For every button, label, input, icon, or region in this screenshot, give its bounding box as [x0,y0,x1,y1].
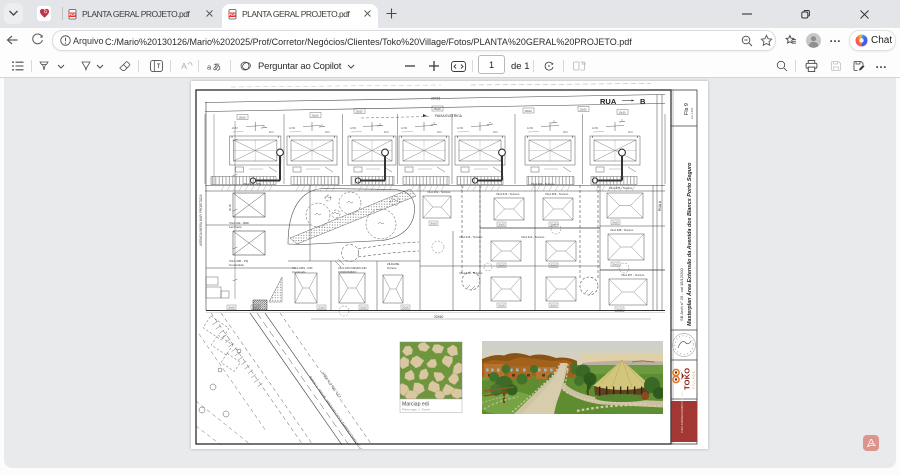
svg-text:Construido: Construido [292,270,306,274]
svg-text:Pietra rigat. 1: Travel: Pietra rigat. 1: Travel [402,408,430,412]
svg-text:VILA 310 - Terreno: VILA 310 - Terreno [459,271,483,275]
svg-text:15x20: 15x20 [356,109,364,113]
svg-text:TOKO: TOKO [683,368,692,390]
svg-text:CONDOMINIO: CONDOMINIO [338,270,357,274]
svg-text:PDF: PDF [229,13,237,17]
svg-text:12.50: 12.50 [289,127,296,130]
svg-text:20.0: 20.0 [269,131,274,134]
svg-text:20.0: 20.0 [384,131,389,134]
svg-text:12.50: 12.50 [350,127,357,130]
svg-text:20.0: 20.0 [628,131,633,134]
svg-text:12.50: 12.50 [527,127,534,130]
svg-text:Fls 9: Fls 9 [684,103,690,115]
svg-text:Lemmers: Lemmers [229,225,242,229]
svg-text:RUA A: RUA A [658,200,662,211]
svg-text:20x30: 20x30 [612,222,619,225]
svg-text:TOKO EMPREENDIMENTOS LTDA: TOKO EMPREENDIMENTOS LTDA [680,391,684,433]
svg-text:20x30: 20x30 [430,223,437,226]
svg-text:VILA 300 - PQ: VILA 300 - PQ [243,182,262,186]
svg-text:20x30: 20x30 [228,307,235,310]
svg-text:VILA 303 - Terreno: VILA 303 - Terreno [427,190,451,194]
svg-text:20.0: 20.0 [325,131,330,134]
svg-text:AVENIDA BEIRA MAR PROJETADA: AVENIDA BEIRA MAR PROJETADA [199,194,203,246]
svg-text:15x20: 15x20 [619,110,627,114]
svg-text:VILA 308 - Terreno: VILA 308 - Terreno [610,228,634,232]
svg-text:VILA 307 - Terreno: VILA 307 - Terreno [621,273,645,277]
svg-text:A: A [181,61,187,71]
svg-text:PDF: PDF [69,13,77,17]
svg-text:20x30: 20x30 [550,265,557,268]
svg-text:20.0: 20.0 [493,131,498,134]
svg-text:20x30: 20x30 [498,265,505,268]
svg-text:a: a [207,63,212,72]
svg-text:60.00: 60.00 [228,204,232,211]
svg-text:20X15: 20X15 [431,97,440,101]
svg-text:20X60: 20X60 [434,315,443,319]
svg-text:VILA 304 - Terreno: VILA 304 - Terreno [531,182,555,186]
svg-text:15x20: 15x20 [312,113,320,117]
svg-text:VILA 313 - Terreno: VILA 313 - Terreno [496,192,520,196]
svg-text:esc 1:200: esc 1:200 [690,107,694,119]
svg-text:RUA: RUA [600,97,617,106]
svg-text:12.50: 12.50 [401,127,408,130]
svg-text:VILA 315 - Terreno: VILA 315 - Terreno [459,235,483,239]
svg-text:VILA 309 - Terreno: VILA 309 - Terreno [545,192,569,196]
svg-text:12.50: 12.50 [592,127,599,130]
svg-text:Terreno: Terreno [387,266,397,270]
svg-text:15x20: 15x20 [239,115,247,119]
svg-text:20x30: 20x30 [612,264,619,267]
svg-text:B: B [640,97,646,106]
svg-text:20x30: 20x30 [550,305,557,308]
svg-text:VILA 305 - Terreno: VILA 305 - Terreno [609,186,633,190]
svg-text:20.0: 20.0 [437,131,442,134]
svg-text:20x30: 20x30 [318,307,325,310]
svg-text:15x20: 15x20 [580,107,588,111]
svg-text:20.0: 20.0 [563,131,568,134]
svg-text:20x30: 20x30 [616,309,623,312]
svg-text:あ: あ [213,62,222,72]
svg-text:20x30: 20x30 [498,224,505,227]
svg-text:12.50: 12.50 [457,127,464,130]
svg-text:20x30: 20x30 [498,305,505,308]
svg-text:RUA N° 1 - MIGUEL GREGAND CITY: RUA N° 1 - MIGUEL GREGAND CITY E EMPREEN… [308,375,367,449]
svg-text:20x30: 20x30 [550,224,557,227]
svg-text:SB.Arch n° 26 - val 15/12/200: SB.Arch n° 26 - val 15/12/200 [679,267,684,321]
svg-text:20x30: 20x30 [360,307,367,310]
svg-text:Construida: Construida [229,263,244,267]
svg-text:VILA 312 - Terreno: VILA 312 - Terreno [521,235,545,239]
svg-text:VILLAGE: VILLAGE [692,370,696,389]
svg-text:20x30: 20x30 [402,307,409,310]
svg-text:Masterplan Área Extensão da Av: Masterplan Área Extensão da Avenida dos … [686,162,693,326]
svg-text:15x20: 15x20 [525,109,533,113]
svg-text:FAIXA ELETRICA: FAIXA ELETRICA [435,114,463,118]
svg-text:15x20: 15x20 [434,107,442,111]
